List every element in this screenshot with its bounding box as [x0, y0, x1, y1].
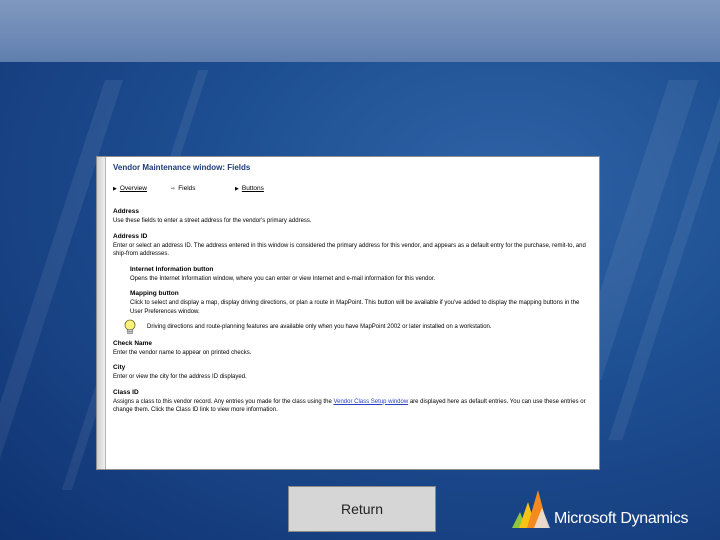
nav-overview-link[interactable]: ▶ Overview [113, 185, 171, 192]
help-window-frame [97, 157, 106, 469]
field-address: Address Use these fields to enter a stre… [113, 208, 593, 226]
help-title: Vendor Maintenance window: Fields [113, 163, 251, 172]
field-mapping-button: Mapping button Click to select and displ… [130, 290, 593, 316]
field-description: Enter or select an address ID. The addre… [113, 242, 586, 258]
nav-fields-link[interactable]: ⇨ Fields [171, 185, 235, 192]
nav-buttons-link[interactable]: ▶ Buttons [235, 185, 264, 192]
lightbulb-icon [124, 319, 136, 334]
field-description: Opens the Internet Information window, w… [130, 275, 436, 282]
help-window: Vendor Maintenance window: Fields ▶ Over… [96, 156, 600, 470]
vendor-class-setup-link[interactable]: Vendor Class Setup window [333, 399, 408, 405]
arrow-right-icon: ⇨ [171, 185, 176, 192]
field-description: Use these fields to enter a street addre… [113, 218, 312, 224]
help-nav: ▶ Overview ⇨ Fields ▶ Buttons [113, 185, 593, 192]
logo-text: Microsoft Dynamics [554, 510, 689, 527]
arrow-right-icon: ▶ [113, 185, 117, 192]
field-name: Internet Information button [130, 265, 214, 273]
field-class-id: Class ID Assigns a class to this vendor … [113, 389, 593, 415]
field-internet-button: Internet Information button Opens the In… [130, 266, 593, 284]
field-name: City [113, 364, 126, 371]
microsoft-dynamics-logo: Microsoft Dynamics [510, 488, 715, 532]
dynamics-logo-icon [512, 490, 550, 528]
tip-note-text: Driving directions and route-planning fe… [147, 324, 492, 330]
arrow-right-icon: ▶ [235, 185, 239, 192]
field-check-name: Check Name Enter the vendor name to appe… [113, 340, 593, 358]
tip-note: Driving directions and route-planning fe… [124, 319, 593, 334]
field-address-id: Address ID Enter or select an address ID… [113, 233, 593, 259]
field-city: City Enter or view the city for the addr… [113, 364, 593, 382]
field-description: Enter the vendor name to appear on print… [113, 349, 252, 356]
field-description: Click to select and display a map, displ… [130, 300, 580, 315]
field-name: Check Name [113, 339, 153, 347]
field-name: Address ID [113, 232, 148, 240]
field-name: Class ID [113, 388, 139, 396]
field-name: Address [113, 208, 140, 215]
return-button[interactable]: Return [288, 486, 436, 532]
top-banner [0, 0, 720, 62]
field-description: Enter or view the city for the address I… [113, 374, 247, 380]
help-content: Vendor Maintenance window: Fields ▶ Over… [113, 163, 593, 422]
field-description: Assigns a class to this vendor record. A… [113, 398, 586, 414]
field-name: Mapping button [130, 290, 179, 297]
